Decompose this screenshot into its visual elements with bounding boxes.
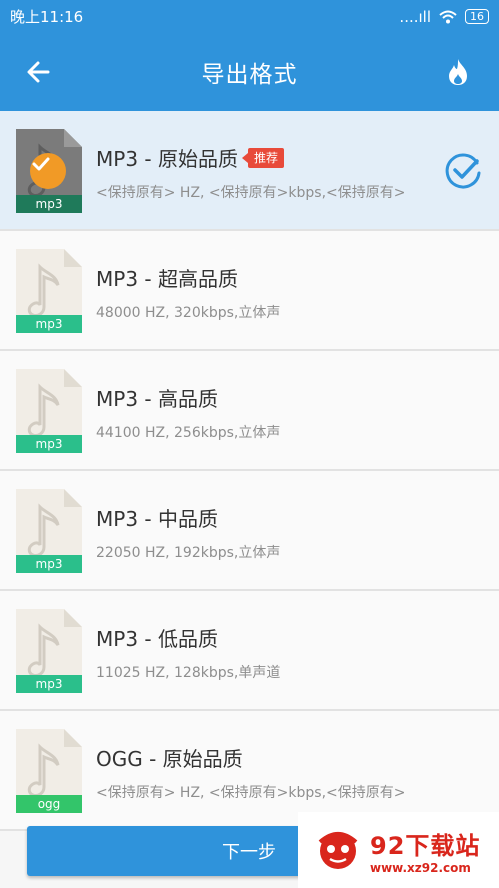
status-bar: 晚上11:16 ....ıll 16: [0, 0, 499, 33]
format-name-line: OGG - 原始品质: [96, 743, 439, 772]
format-name: OGG - 原始品质: [96, 747, 243, 771]
status-icons: ....ıll 16: [399, 8, 489, 26]
signal-icon: ....ıll: [399, 7, 431, 26]
format-name: MP3 - 低品质: [96, 627, 218, 651]
format-name: MP3 - 高品质: [96, 387, 218, 411]
watermark-logo-icon: [318, 832, 358, 869]
format-name: MP3 - 原始品质: [96, 147, 238, 171]
file-ext-label: mp3: [16, 555, 82, 573]
watermark-text: 92下载站: [370, 831, 481, 860]
watermark-url: www.xz92.com: [370, 860, 471, 875]
format-row[interactable]: mp3 MP3 - 低品质 11025 HZ, 128kbps,单声道: [0, 591, 499, 711]
format-name: MP3 - 超高品质: [96, 267, 238, 291]
format-row[interactable]: mp3 MP3 - 高品质 44100 HZ, 256kbps,立体声: [0, 351, 499, 471]
format-detail: <保持原有> HZ, <保持原有>kbps,<保持原有>: [96, 185, 406, 201]
format-detail: <保持原有> HZ, <保持原有>kbps,<保持原有>: [96, 785, 406, 801]
battery-icon: 16: [465, 9, 489, 24]
file-ext-label: ogg: [16, 795, 82, 813]
file-ext-label: mp3: [16, 195, 82, 213]
status-time: 晚上11:16: [10, 8, 84, 26]
format-texts: MP3 - 原始品质 推荐 <保持原有> HZ, <保持原有>kbps,<保持原…: [96, 143, 439, 202]
format-name: MP3 - 中品质: [96, 507, 218, 531]
format-texts: MP3 - 超高品质 48000 HZ, 320kbps,立体声: [96, 263, 439, 322]
format-texts: OGG - 原始品质 <保持原有> HZ, <保持原有>kbps,<保持原有>: [96, 743, 439, 802]
format-list: mp3 MP3 - 原始品质 推荐 <保持原有> HZ, <保持原有>kbps,…: [0, 111, 499, 831]
format-name-line: MP3 - 高品质: [96, 383, 439, 412]
file-ext-label: mp3: [16, 315, 82, 333]
format-row[interactable]: mp3 MP3 - 原始品质 推荐 <保持原有> HZ, <保持原有>kbps,…: [0, 111, 499, 231]
format-name-line: MP3 - 超高品质: [96, 263, 439, 292]
page-title: 导出格式: [201, 62, 298, 88]
format-detail: 48000 HZ, 320kbps,立体声: [96, 305, 281, 321]
audio-file-icon: mp3: [16, 489, 82, 573]
checkmark-badge-icon: [30, 153, 66, 189]
flame-icon: [449, 59, 467, 85]
format-name-line: MP3 - 中品质: [96, 503, 439, 532]
format-name-line: MP3 - 原始品质 推荐: [96, 143, 439, 172]
format-row[interactable]: mp3 MP3 - 超高品质 48000 HZ, 320kbps,立体声: [0, 231, 499, 351]
arrow-left-icon: [27, 61, 50, 83]
back-button[interactable]: [22, 55, 56, 89]
flame-button[interactable]: [443, 55, 473, 89]
audio-file-icon: mp3: [16, 369, 82, 453]
app-bar: 晚上11:16 ....ıll 16 导出格式: [0, 0, 499, 111]
watermark: 92下载站 www.xz92.com: [298, 812, 499, 888]
title-bar: 导出格式: [0, 33, 499, 111]
format-detail: 44100 HZ, 256kbps,立体声: [96, 425, 281, 441]
selected-check-icon: [445, 153, 481, 189]
format-texts: MP3 - 中品质 22050 HZ, 192kbps,立体声: [96, 503, 439, 562]
file-ext-label: mp3: [16, 435, 82, 453]
audio-file-icon: ogg: [16, 729, 82, 813]
format-row[interactable]: mp3 MP3 - 中品质 22050 HZ, 192kbps,立体声: [0, 471, 499, 591]
audio-file-icon: mp3: [16, 129, 82, 213]
audio-file-icon: mp3: [16, 249, 82, 333]
format-name-line: MP3 - 低品质: [96, 623, 439, 652]
next-button[interactable]: 下一步: [27, 826, 311, 876]
format-detail: 11025 HZ, 128kbps,单声道: [96, 665, 281, 681]
wifi-icon: [439, 10, 457, 23]
format-detail: 22050 HZ, 192kbps,立体声: [96, 545, 281, 561]
format-texts: MP3 - 低品质 11025 HZ, 128kbps,单声道: [96, 623, 439, 682]
format-texts: MP3 - 高品质 44100 HZ, 256kbps,立体声: [96, 383, 439, 442]
recommend-tag: 推荐: [241, 147, 284, 168]
audio-file-icon: mp3: [16, 609, 82, 693]
file-ext-label: mp3: [16, 675, 82, 693]
